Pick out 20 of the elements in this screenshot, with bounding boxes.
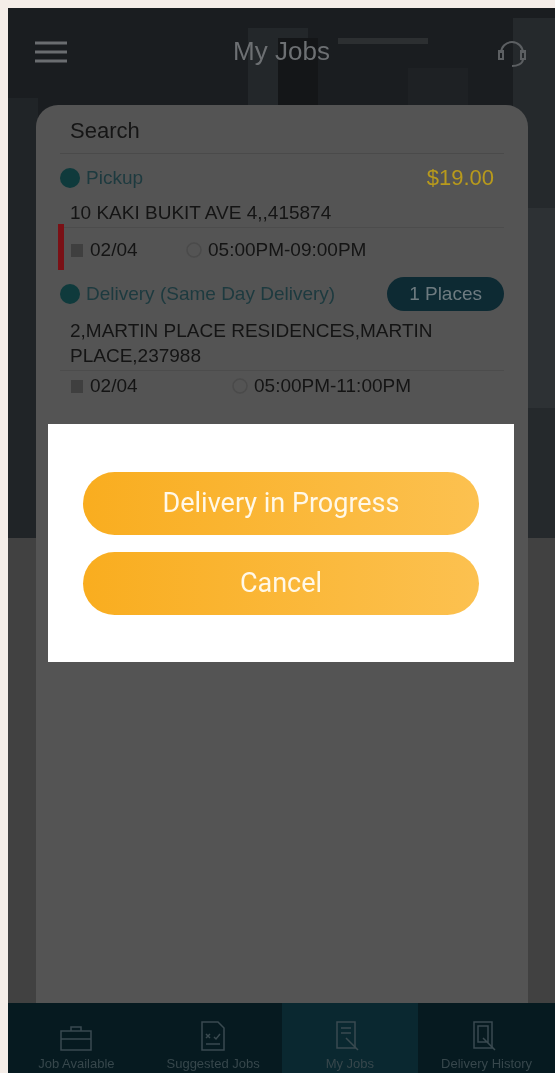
briefcase-icon	[59, 1024, 94, 1052]
delivery-label: Delivery (Same Day Delivery)	[86, 283, 337, 305]
pickup-time: 05:00PM-09:00PM	[208, 239, 367, 261]
status-tag	[58, 224, 64, 270]
delivery-icon	[60, 284, 80, 304]
delivery-time: 05:00PM-11:00PM	[254, 375, 411, 397]
pickup-icon	[60, 168, 80, 188]
menu-icon[interactable]	[34, 39, 68, 64]
checklist-icon	[200, 1020, 227, 1052]
pickup-address: 10 KAKI BUKIT AVE 4,,415874	[60, 198, 504, 228]
job-price: $19.00	[426, 165, 494, 191]
pickup-label: Pickup	[86, 167, 145, 189]
delivery-address: 2,MARTIN PLACE RESIDENCES,MARTIN PLACE,237988	[60, 316, 504, 371]
places-badge: 1 Places	[387, 277, 504, 311]
screen-title: My Jobs	[233, 36, 330, 67]
pickup-date: 02/04	[90, 239, 139, 261]
search-field[interactable]: Search	[60, 109, 504, 154]
delivery-date: 02/04	[90, 375, 139, 397]
delivery-in-progress-button[interactable]: Delivery in Progress	[83, 471, 479, 535]
cancel-button[interactable]: Cancel	[83, 551, 479, 615]
